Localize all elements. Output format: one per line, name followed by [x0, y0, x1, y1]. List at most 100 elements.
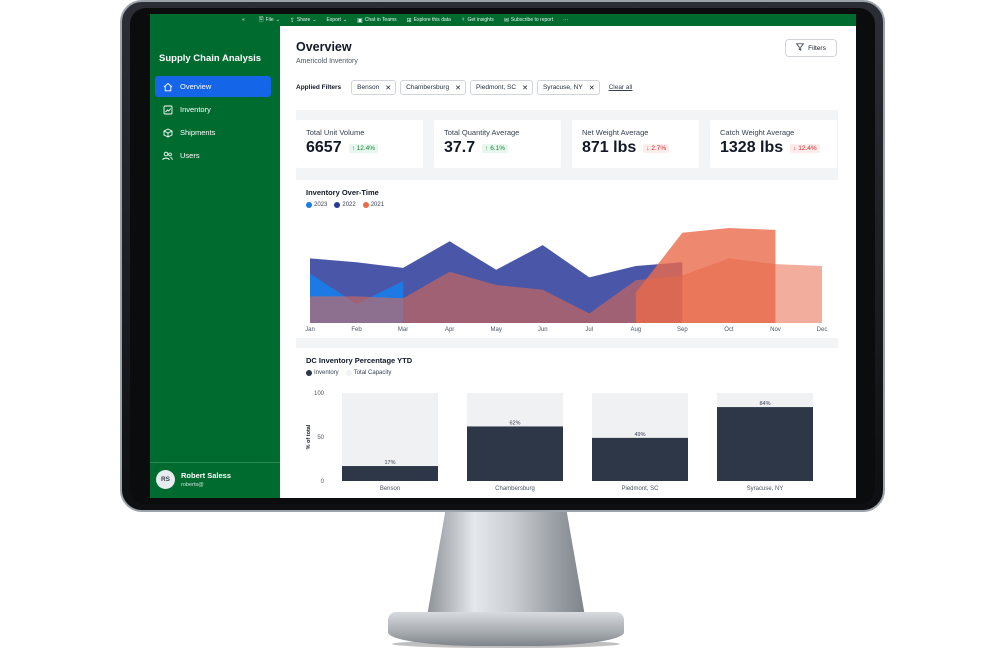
kpi-strip: Total Unit Volume 6657 ↑ 12.4% Total Quan…: [296, 110, 838, 178]
toolbar-item-explore-this-data[interactable]: ⊞ Explore this data: [407, 15, 451, 25]
toolbar-label: Subscribe to report: [510, 17, 554, 23]
close-icon[interactable]: ✕: [455, 84, 461, 92]
x-tick-label: Mar: [398, 327, 408, 333]
toolbar-item-subscribe-to-report[interactable]: ✉ Subscribe to report: [504, 15, 553, 25]
y-tick-label: 100: [314, 391, 325, 397]
filter-icon: [795, 43, 805, 53]
x-tick-label: Benson: [380, 486, 400, 492]
bar-inventory[interactable]: [592, 437, 688, 481]
sidebar-item-inventory[interactable]: Inventory: [155, 99, 271, 120]
toolbar-item-get-insights[interactable]: ♀ Get insights: [461, 15, 494, 25]
filters-button[interactable]: Filters: [785, 39, 837, 57]
sidebar-item-label: Shipments: [180, 128, 216, 137]
chevron-down-icon: ⌄: [312, 17, 317, 23]
sidebar-item-overview[interactable]: Overview: [155, 76, 271, 97]
area-chart: Jan Feb Mar Apr May Jun Jul Aug Sep Oct Nov Dec: [305, 228, 828, 333]
sidebar: Supply Chain Analysis Overview Inventory: [150, 26, 280, 498]
kpi-label: Total Quantity Average: [444, 128, 520, 137]
sidebar-item-label: Inventory: [180, 105, 211, 114]
toolbar-icon: ▣: [357, 17, 363, 24]
chevron-down-icon: ⌄: [275, 17, 280, 23]
close-icon[interactable]: ✕: [522, 84, 528, 92]
bar-inventory[interactable]: [467, 426, 563, 481]
app-title: Supply Chain Analysis: [159, 53, 262, 64]
kpi-label: Catch Weight Average: [720, 128, 795, 137]
applied-filters: Applied Filters Benson ✕ Chambersburg ✕ Pi…: [296, 80, 632, 95]
x-tick-label: Oct: [724, 327, 734, 333]
kpi-card-catch-weight: Catch Weight Average 1328 lbs ↓ 12.4%: [710, 120, 837, 168]
page-subtitle: Americold Inventory: [296, 58, 358, 65]
user-name: Robert Saless: [181, 471, 232, 480]
app-screen: « 🗎 File ⌄ ⇪ Share ⌄ Export ⌄ ▣ Chat in Teams ⊞ Exp…: [150, 14, 856, 498]
y-tick-label: 50: [317, 435, 324, 441]
x-tick-label: May: [491, 327, 502, 333]
toolbar-item-export[interactable]: Export ⌄: [326, 15, 347, 25]
x-tick-label: Feb: [351, 327, 362, 333]
close-icon[interactable]: ✕: [589, 84, 595, 92]
chevron-down-icon: ⌄: [342, 17, 348, 23]
filters-button-label: Filters: [808, 44, 826, 52]
filter-chip[interactable]: Piedmont, SC ✕: [469, 80, 533, 95]
x-tick-label: Jul: [585, 327, 593, 333]
kpi-value: 6657: [306, 139, 342, 156]
x-tick-label: Jun: [538, 327, 548, 333]
kpi-value: 871 lbs: [582, 139, 637, 156]
kpi-card-unit-volume: Total Unit Volume 6657 ↑ 12.4%: [296, 120, 423, 168]
x-tick-label: Piedmont, SC: [621, 486, 659, 492]
toolbar-item-file[interactable]: 🗎 File ⌄: [259, 15, 280, 25]
applied-filters-label: Applied Filters: [296, 84, 342, 91]
sidebar-item-shipments[interactable]: Shipments: [155, 122, 271, 143]
user-profile[interactable]: RS Robert Saless roberts@: [156, 470, 231, 489]
filter-chip[interactable]: Chambersburg ✕: [400, 80, 466, 95]
sidebar-divider: [150, 462, 280, 463]
close-icon[interactable]: ✕: [385, 84, 391, 92]
inventory-over-time-card: Inventory Over-Time 2023 2022 2021 Jan Fe…: [296, 180, 838, 338]
sidebar-nav: Overview Inventory Shipments Users: [155, 76, 271, 168]
toolbar-item-share[interactable]: ⇪ Share ⌄: [290, 15, 317, 25]
x-tick-label: Aug: [630, 327, 641, 333]
filter-chip[interactable]: Syracuse, NY ✕: [536, 80, 600, 95]
clear-all-link[interactable]: Clear all: [609, 84, 633, 91]
kpi-delta-badge: ↑ 12.4%: [348, 143, 379, 153]
users-icon: [162, 150, 173, 161]
bar-inventory[interactable]: [342, 466, 438, 481]
desktop-stage: « 🗎 File ⌄ ⇪ Share ⌄ Export ⌄ ▣ Chat in Teams ⊞ Exp…: [0, 0, 1000, 668]
chart-icon: [162, 104, 173, 115]
kpi-delta-badge: ↓ 2.7%: [643, 143, 670, 153]
filter-chip-label: Chambersburg: [406, 84, 450, 91]
kpi-value: 1328 lbs: [720, 139, 784, 156]
x-tick-label: Syracuse, NY: [747, 486, 784, 492]
collapse-icon[interactable]: «: [242, 17, 245, 23]
bar-data-label: 84%: [759, 401, 770, 407]
toolbar-item-[interactable]: ···: [563, 15, 568, 25]
sidebar-item-label: Users: [180, 151, 200, 160]
page-title: Overview: [296, 40, 352, 54]
toolbar-icon: ♀: [460, 17, 466, 23]
main-content: Overview Americold Inventory Filters App…: [280, 26, 856, 498]
kpi-delta-badge: ↓ 12.4%: [790, 143, 820, 153]
x-tick-label: Jan: [305, 327, 315, 333]
toolbar-icon: ⇪: [289, 17, 295, 24]
home-icon: [162, 81, 173, 92]
monitor-stand-neck: [426, 512, 586, 622]
dc-inventory-card: DC Inventory Percentage YTD Inventory To…: [296, 348, 838, 498]
sidebar-item-users[interactable]: Users: [155, 145, 271, 166]
x-tick-label: Apr: [445, 327, 454, 333]
filter-chip[interactable]: Benson ✕: [351, 80, 397, 95]
toolbar-label: Explore this data: [413, 17, 451, 23]
bar-data-label: 17%: [384, 460, 395, 466]
x-tick-label: Dec: [817, 327, 828, 333]
bar-inventory[interactable]: [717, 407, 813, 481]
kpi-label: Total Unit Volume: [306, 128, 365, 137]
toolbar-label: Export: [326, 17, 341, 23]
bar-chart: % of total 0 50 100 17% Benson 62% Chambersburg…: [306, 391, 813, 492]
toolbar-label: Chat in Teams: [364, 17, 397, 23]
user-email: roberts@: [181, 482, 204, 488]
toolbar-item-chat-in-teams[interactable]: ▣ Chat in Teams: [357, 15, 397, 25]
bar-data-label: 49%: [634, 432, 645, 438]
toolbar-label: Share: [296, 17, 311, 23]
x-tick-label: Nov: [770, 327, 781, 333]
x-tick-label: Chambersburg: [495, 486, 535, 492]
toolbar-label: File: [265, 17, 274, 23]
box-icon: [162, 127, 173, 138]
